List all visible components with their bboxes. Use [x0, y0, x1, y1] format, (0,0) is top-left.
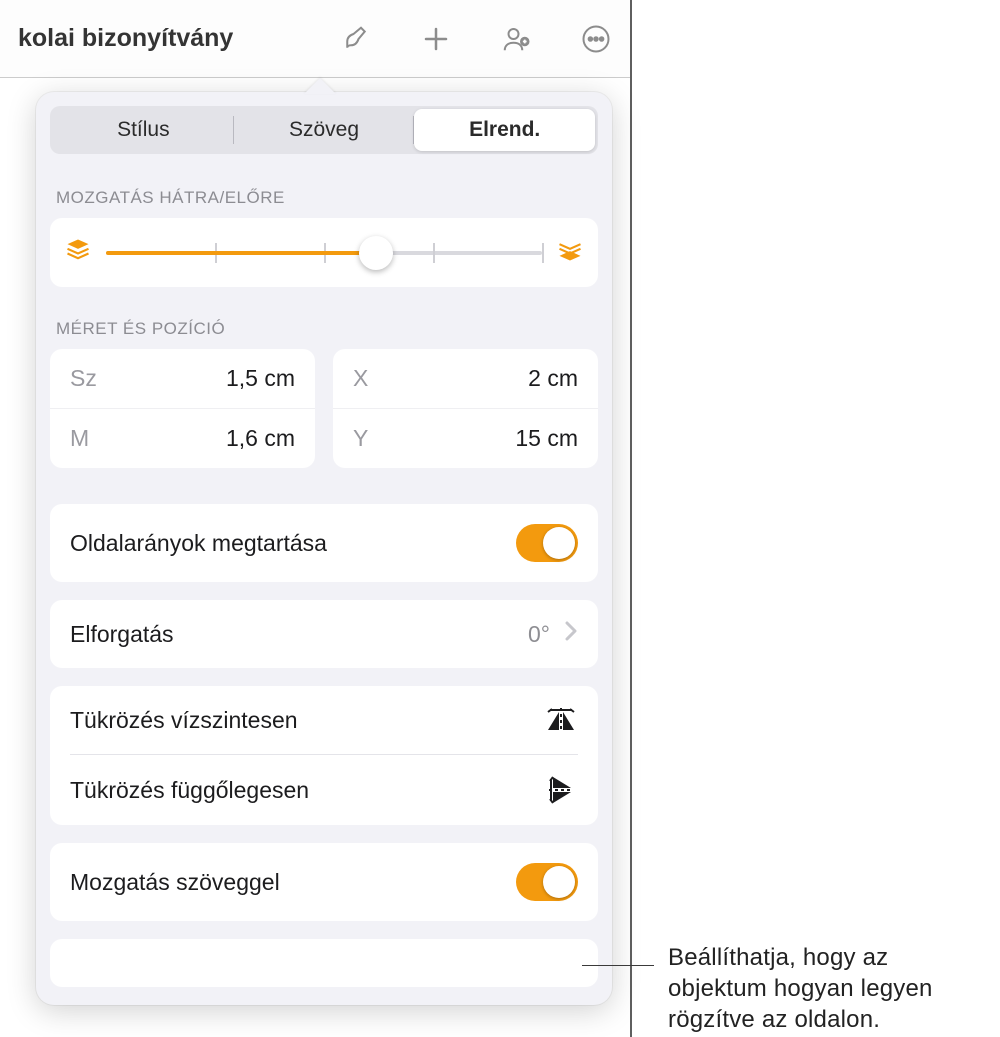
- flip-vertical-icon: [544, 775, 578, 805]
- chevron-right-icon: [564, 620, 578, 648]
- position-column: X 2 cm Y 15 cm: [333, 349, 598, 468]
- insert-plus-icon[interactable]: [420, 23, 452, 55]
- height-field[interactable]: M 1,6 cm: [50, 408, 315, 468]
- format-tabs: Stílus Szöveg Elrend.: [50, 106, 598, 154]
- app-frame: kolai bizonyítvány Stílus Szöveg Elrend.…: [0, 0, 632, 1037]
- y-value: 15 cm: [515, 425, 578, 452]
- height-label: M: [70, 425, 89, 452]
- move-with-text-row: Mozgatás szöveggel: [50, 843, 598, 921]
- section-label-move: MOZGATÁS HÁTRA/ELŐRE: [50, 174, 598, 218]
- size-position-grid: Sz 1,5 cm M 1,6 cm X 2 cm Y 15 cm: [50, 349, 598, 486]
- flip-h-label: Tükrözés vízszintesen: [70, 707, 298, 734]
- callout-text: Beállíthatja, hogy az objektum hogyan le…: [668, 942, 988, 1036]
- toolbar-icons: [340, 23, 612, 55]
- slider-fill: [106, 251, 376, 255]
- rotate-row[interactable]: Elforgatás 0°: [50, 600, 598, 668]
- format-brush-icon[interactable]: [340, 23, 372, 55]
- move-with-text-toggle[interactable]: [516, 863, 578, 901]
- x-value: 2 cm: [528, 365, 578, 392]
- size-column: Sz 1,5 cm M 1,6 cm: [50, 349, 315, 468]
- x-field[interactable]: X 2 cm: [333, 349, 598, 408]
- more-ellipsis-icon[interactable]: [580, 23, 612, 55]
- x-label: X: [353, 365, 368, 392]
- layer-slider[interactable]: [106, 251, 542, 255]
- width-value: 1,5 cm: [226, 365, 295, 392]
- toolbar: kolai bizonyítvány: [0, 0, 630, 78]
- flip-horizontal-icon: [544, 706, 578, 734]
- rotate-value: 0°: [528, 621, 550, 648]
- rotate-label: Elforgatás: [70, 621, 174, 648]
- flip-v-label: Tükrözés függőlegesen: [70, 777, 309, 804]
- flip-group: Tükrözés vízszintesen Tükrözés függőlege…: [50, 686, 598, 825]
- tab-style[interactable]: Stílus: [53, 109, 234, 151]
- width-label: Sz: [70, 365, 97, 392]
- next-row-peek[interactable]: [50, 939, 598, 987]
- tab-text[interactable]: Szöveg: [234, 109, 415, 151]
- move-back-front-slider: [50, 218, 598, 287]
- y-field[interactable]: Y 15 cm: [333, 408, 598, 468]
- tab-layout[interactable]: Elrend.: [414, 109, 595, 151]
- format-popover: Stílus Szöveg Elrend. MOZGATÁS HÁTRA/ELŐ…: [36, 92, 612, 1005]
- collaborate-icon[interactable]: [500, 23, 532, 55]
- constrain-label: Oldalarányok megtartása: [70, 530, 327, 557]
- flip-vertical-row[interactable]: Tükrözés függőlegesen: [50, 755, 598, 825]
- move-with-text-label: Mozgatás szöveggel: [70, 869, 280, 896]
- slider-thumb[interactable]: [359, 236, 393, 270]
- height-value: 1,6 cm: [226, 425, 295, 452]
- width-field[interactable]: Sz 1,5 cm: [50, 349, 315, 408]
- callout-leader-line: [582, 965, 654, 966]
- y-label: Y: [353, 425, 368, 452]
- section-label-size: MÉRET ÉS POZÍCIÓ: [50, 305, 598, 349]
- bring-to-front-icon[interactable]: [556, 236, 584, 269]
- constrain-row: Oldalarányok megtartása: [50, 504, 598, 582]
- document-title: kolai bizonyítvány: [18, 24, 233, 53]
- constrain-toggle[interactable]: [516, 524, 578, 562]
- flip-horizontal-row[interactable]: Tükrözés vízszintesen: [50, 686, 598, 754]
- send-to-back-icon[interactable]: [64, 236, 92, 269]
